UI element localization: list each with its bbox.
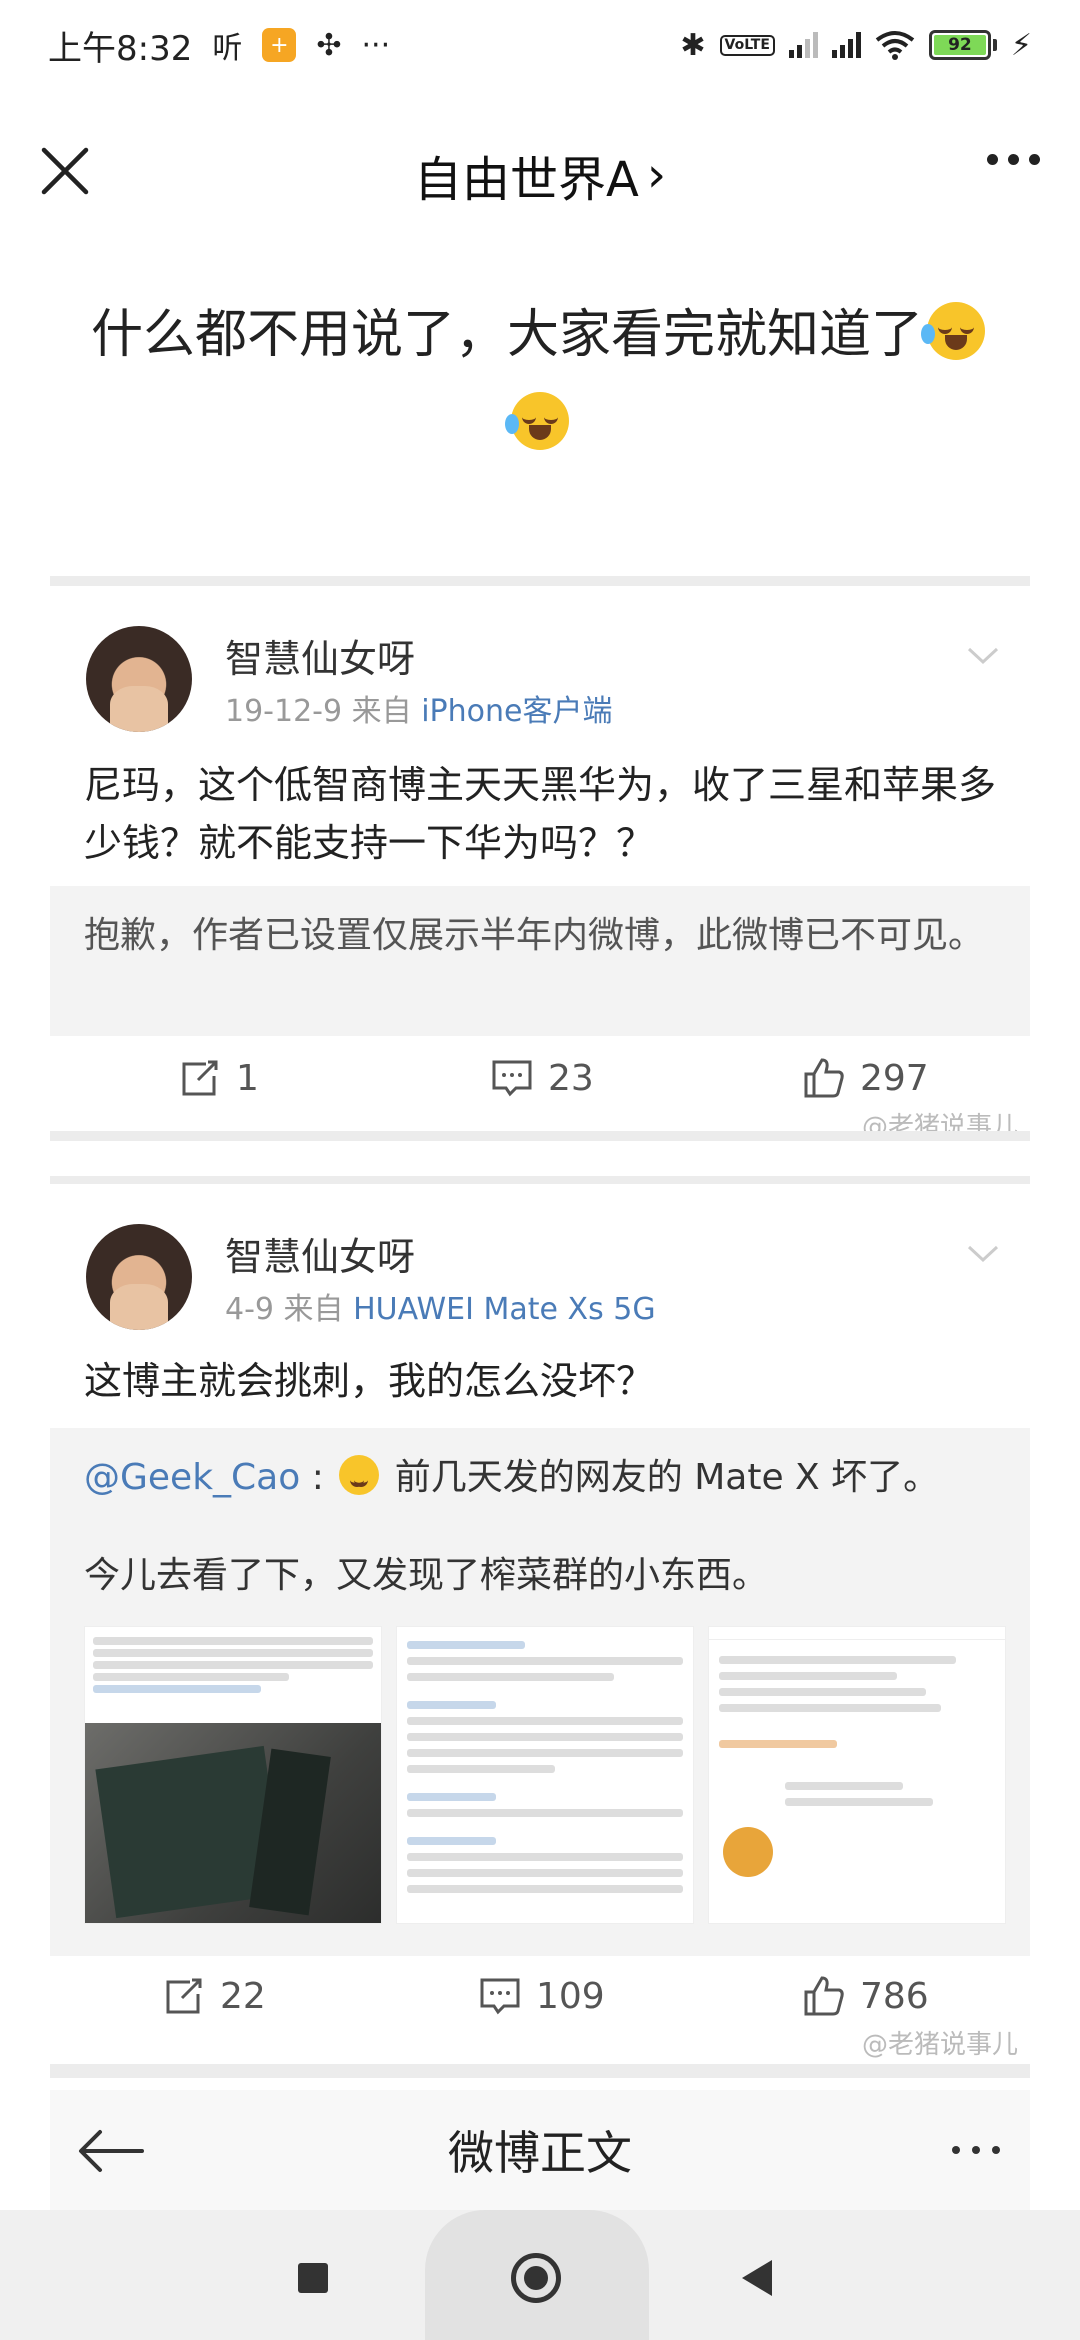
comment-count: 109 [536, 1975, 605, 2017]
section-divider [50, 576, 1030, 586]
comment-card[interactable]: 智慧仙女呀 4-9 来自 HUAWEI Mate Xs 5G 这博主就会挑刺，我… [50, 1184, 1030, 2064]
thumbs-up-icon [804, 1976, 844, 2016]
recent-apps-icon[interactable] [298, 2263, 328, 2293]
signal-icon [788, 32, 818, 58]
source-prefix: 来自 [351, 694, 412, 729]
post-text: 这博主就会挑刺，我的怎么没坏？ [84, 1359, 655, 1403]
back-triangle-icon[interactable] [742, 2260, 772, 2296]
page-title: 自由世界A [413, 152, 639, 208]
quoted-text: 前几天发的网友的 Mate X 坏了。 [394, 1457, 940, 1498]
unavailable-message: 抱歉，作者已设置仅展示半年内微博，此微博已不可见。 [84, 915, 985, 956]
hearing-icon: 听 [212, 31, 243, 66]
chevron-down-icon[interactable] [966, 1236, 1000, 1270]
crying-laughing-emoji-icon [921, 302, 985, 360]
repost-button[interactable]: 22 [162, 1974, 266, 2018]
avatar[interactable] [86, 1224, 192, 1330]
image-thumbnail[interactable] [396, 1626, 694, 1924]
headline-text: 什么都不用说了，大家看完就知道了 [90, 305, 923, 365]
unavailable-quote: 抱歉，作者已设置仅展示半年内微博，此微博已不可见。 [50, 886, 1030, 1036]
like-button[interactable]: 786 [802, 1974, 929, 2018]
quoted-line-2: 今儿去看了下，又发现了榨菜群的小东西。 [84, 1555, 769, 1596]
top-header: 自由世界A › [0, 110, 1080, 240]
post-headline: 什么都不用说了，大家看完就知道了 [60, 290, 1020, 470]
post-date: 19-12-9 [225, 694, 343, 729]
volte-icon: VoLTE [719, 34, 775, 56]
comment-button[interactable]: 109 [478, 1974, 605, 2018]
system-navigation-bar [0, 2210, 1080, 2340]
status-bar: 上午8:32 听 + ✣ ··· ✱ VoLTE 92 ⚡ [0, 0, 1080, 90]
chevron-right-icon: › [646, 147, 667, 203]
post-source[interactable]: iPhone客户端 [421, 694, 612, 729]
close-icon[interactable] [40, 146, 90, 196]
like-count: 297 [860, 1057, 929, 1099]
shocked-emoji-icon [339, 1455, 380, 1495]
bluetooth-icon: ✱ [680, 27, 706, 63]
thumbs-up-icon [804, 1058, 844, 1098]
page-title-link[interactable]: 自由世界A › [414, 140, 666, 210]
wifi-icon [875, 31, 915, 60]
comment-icon [480, 1978, 520, 2015]
comment-count: 23 [548, 1057, 594, 1099]
status-time: 上午8:32 [48, 28, 193, 69]
like-count: 786 [860, 1975, 929, 2017]
post-meta: 4-9 来自 HUAWEI Mate Xs 5G [225, 1284, 656, 1328]
post-meta: 19-12-9 来自 iPhone客户端 [225, 686, 612, 730]
watermark: @老猪说事儿 [861, 2030, 1018, 2060]
mention-colon: : [311, 1457, 324, 1498]
like-button[interactable]: 297 [802, 1056, 929, 1100]
image-thumbnail[interactable] [708, 1626, 1006, 1924]
detail-title: 微博正文 [448, 2126, 632, 2180]
repost-count: 1 [236, 1057, 259, 1099]
fan-icon: ✣ [316, 27, 342, 63]
avatar[interactable] [86, 626, 192, 732]
battery-level: 92 [933, 35, 986, 55]
crying-laughing-emoji-icon [505, 392, 569, 450]
back-arrow-icon[interactable] [76, 2126, 146, 2176]
more-notifications-icon: ··· [361, 27, 391, 63]
username[interactable]: 智慧仙女呀 [225, 1226, 415, 1281]
weibo-detail-bar: 微博正文 [50, 2090, 1030, 2210]
repost-count: 22 [220, 1975, 266, 2017]
image-thumbnail[interactable] [84, 1626, 382, 1924]
comment-button[interactable]: 23 [490, 1056, 594, 1100]
comment-icon [492, 1060, 532, 1097]
battery-icon: 92 [928, 30, 997, 60]
repost-icon [182, 1060, 218, 1096]
section-divider [50, 1176, 1030, 1184]
image-grid [84, 1626, 1006, 1924]
more-options-icon[interactable] [987, 154, 1040, 165]
repost-button[interactable]: 1 [178, 1056, 259, 1100]
mention-link[interactable]: @Geek_Cao [84, 1457, 300, 1498]
signal-icon [831, 32, 861, 58]
post-text: 尼玛，这个低智商博主天天黑华为，收了三星和苹果多少钱？就不能支持一下华为吗？？ [84, 763, 997, 865]
post-date: 4-9 [225, 1292, 274, 1327]
quoted-line-1: @Geek_Cao : 前几天发的网友的 Mate X 坏了。 [84, 1450, 996, 1506]
section-divider [50, 2064, 1030, 2078]
more-options-icon[interactable] [952, 2146, 1000, 2154]
charging-icon: ⚡ [1010, 27, 1032, 63]
repost-icon [166, 1978, 202, 2014]
source-prefix: 来自 [283, 1292, 344, 1327]
home-icon[interactable] [511, 2253, 561, 2303]
comment-card[interactable]: 智慧仙女呀 19-12-9 来自 iPhone客户端 尼玛，这个低智商博主天天黑… [50, 586, 1030, 1142]
username[interactable]: 智慧仙女呀 [225, 628, 415, 683]
post-source[interactable]: HUAWEI Mate Xs 5G [353, 1292, 655, 1327]
chevron-down-icon[interactable] [966, 638, 1000, 672]
section-divider [50, 1131, 1030, 1141]
app-notification-icon: + [262, 28, 297, 62]
